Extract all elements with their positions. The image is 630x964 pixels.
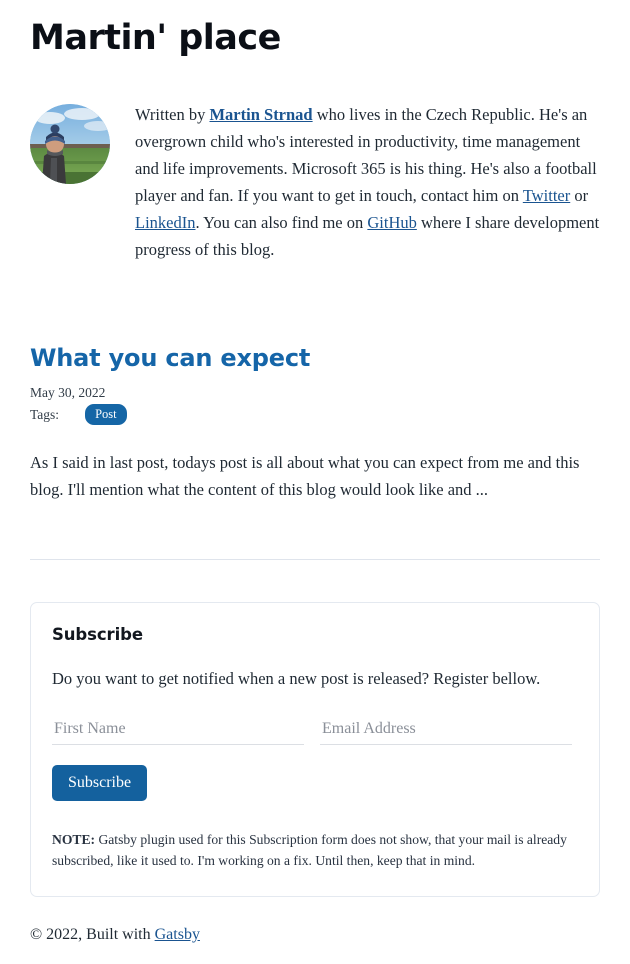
subscribe-title: Subscribe (52, 624, 143, 644)
first-name-field-wrapper (52, 719, 304, 745)
tag-post[interactable]: Post (85, 403, 127, 426)
bio-prefix: Written by (135, 105, 210, 125)
twitter-link[interactable]: Twitter (523, 186, 570, 205)
bio-segment-3: . You can also find me on (195, 212, 368, 232)
tags-row: Tags: Post (30, 403, 600, 426)
note-label: NOTE: (52, 831, 96, 847)
post-title-link[interactable]: What you can expect (30, 343, 600, 373)
site-title: Martin' place (30, 18, 281, 58)
bio-segment-2: or (570, 185, 589, 205)
subscribe-card: Subscribe Do you want to get notified wh… (30, 601, 600, 898)
note-text: Gatsby plugin used for this Subscription… (52, 831, 567, 869)
first-name-input[interactable] (52, 719, 304, 745)
avatar (30, 104, 110, 185)
footer-copyright: © 2022, Built with (30, 926, 155, 944)
post-preview: What you can expect May 30, 2022 Tags: P… (30, 343, 600, 504)
author-bio: Written by Martin Strnad who lives in th… (30, 101, 600, 263)
post-date: May 30, 2022 (30, 384, 106, 400)
footer: © 2022, Built with Gatsby (30, 926, 600, 964)
post-excerpt: As I said in last post, todays post is a… (30, 453, 580, 500)
email-field-wrapper (320, 719, 572, 745)
subscribe-description: Do you want to get notified when a new p… (52, 668, 541, 688)
subscribe-form (52, 719, 578, 745)
subscribe-button[interactable]: Subscribe (52, 764, 148, 801)
avatar-photo-icon (30, 104, 110, 185)
tags-label: Tags: (30, 406, 60, 422)
gatsby-link[interactable]: Gatsby (155, 926, 200, 943)
subscribe-note: NOTE: Gatsby plugin used for this Subscr… (52, 829, 578, 873)
email-input[interactable] (320, 719, 572, 745)
linkedin-link[interactable]: LinkedIn (135, 213, 195, 232)
author-link[interactable]: Martin Strnad (209, 105, 312, 124)
bio-text: Written by Martin Strnad who lives in th… (135, 101, 600, 263)
github-link[interactable]: GitHub (367, 213, 417, 232)
section-divider (30, 558, 600, 560)
page-container: Martin' place Written by Martin Strnad w… (0, 0, 630, 964)
